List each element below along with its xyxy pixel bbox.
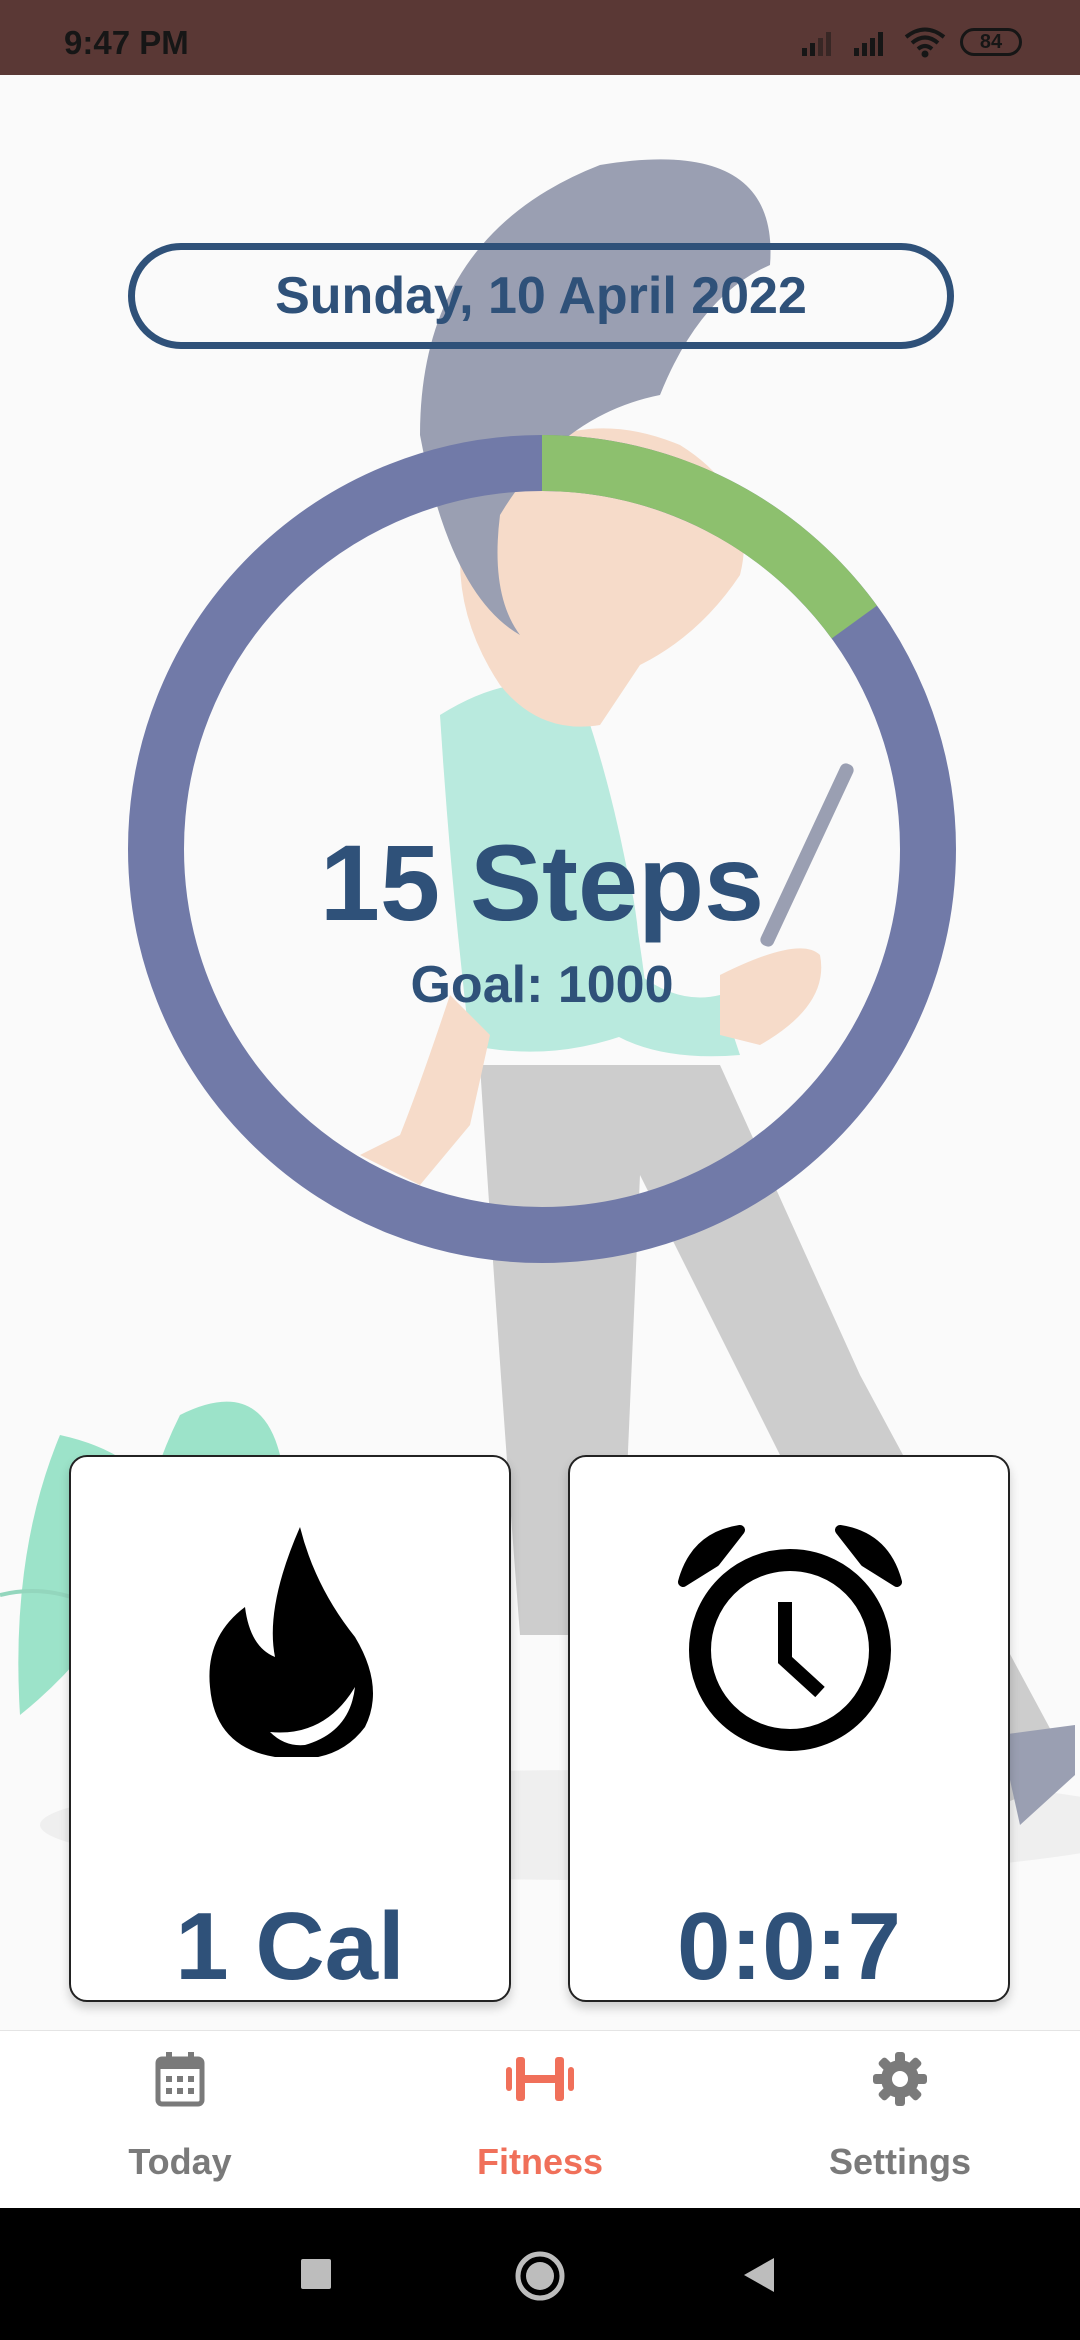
nav-label-settings: Settings [828, 2141, 971, 2182]
recents-button[interactable] [300, 2258, 332, 2290]
duration-card: 0:0:7 [568, 1455, 1010, 2002]
battery-indicator: 84 [960, 28, 1022, 56]
status-bar: 9:47 PM 84 [0, 0, 1080, 75]
gear-icon [873, 2052, 927, 2106]
home-button[interactable] [514, 2250, 566, 2302]
nav-item-today[interactable]: Today [0, 2031, 360, 2209]
flame-icon [209, 1527, 373, 1757]
status-icons: 84 [800, 22, 1022, 62]
calories-value: 1 Cal [175, 1893, 405, 2000]
signal-icon [802, 32, 831, 56]
nav-item-fitness[interactable]: Fitness [360, 2031, 720, 2209]
bottom-navigation: Today Fitness Settings [0, 2030, 1080, 2209]
steps-count: 15 Steps [319, 822, 765, 943]
system-navigation-bar [0, 2208, 1080, 2340]
calendar-icon [155, 2052, 205, 2107]
steps-goal: Goal: 1000 [410, 956, 674, 1014]
progress-fill [541, 435, 877, 639]
alarm-clock-icon [678, 1525, 902, 1751]
dumbbell-icon [506, 2057, 574, 2101]
nav-item-settings[interactable]: Settings [720, 2031, 1080, 2209]
signal-icon-2 [854, 32, 883, 56]
duration-value: 0:0:7 [676, 1893, 902, 2000]
status-time: 9:47 PM [64, 24, 189, 61]
back-button[interactable] [742, 2256, 776, 2294]
calories-card: 1 Cal [69, 1455, 511, 2002]
wifi-icon [904, 27, 946, 58]
date-display: Sunday, 10 April 2022 [128, 243, 954, 349]
nav-label-today: Today [128, 2141, 232, 2182]
nav-label-fitness: Fitness [476, 2141, 604, 2182]
fitness-screen: Sunday, 10 April 2022 15 Steps Goal: 100… [0, 75, 1080, 2030]
